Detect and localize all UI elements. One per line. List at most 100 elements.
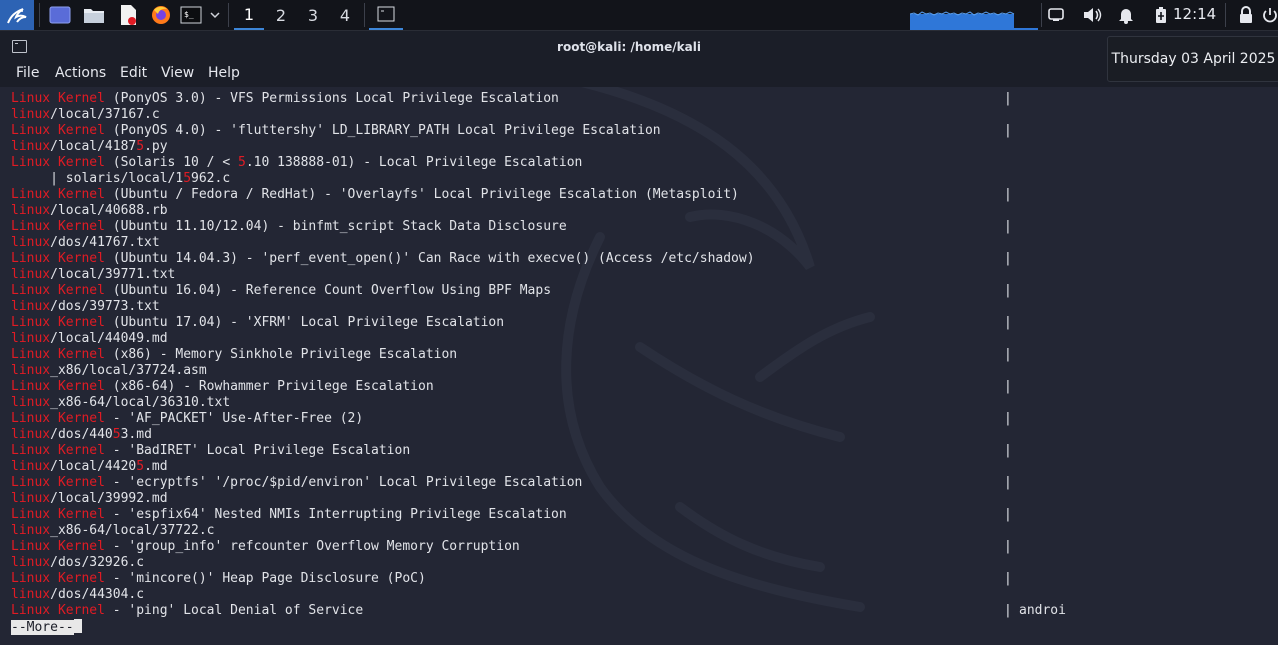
highlighted-text: Linux Kernel xyxy=(11,91,105,106)
highlighted-text: Linux Kernel xyxy=(11,315,105,330)
highlighted-text: linux xyxy=(11,523,51,538)
terminal-text: .md xyxy=(144,459,168,474)
highlighted-text: linux xyxy=(11,491,51,506)
terminal-text: .10 138888-01) - Local Privilege Escalat… xyxy=(245,155,583,170)
terminal-output[interactable]: Linux Kernel (PonyOS 3.0) - VFS Permissi… xyxy=(0,87,1278,645)
highlighted-text: Linux Kernel xyxy=(11,411,105,426)
terminal-text: /dos/39773.txt xyxy=(50,299,160,314)
terminal-text: .py xyxy=(144,139,168,154)
highlighted-text: Linux Kernel xyxy=(11,155,105,170)
terminal-text: /local/39992.md xyxy=(50,491,168,506)
pager-prompt[interactable]: --More-- xyxy=(11,620,74,635)
terminal-text: /dos/32926.c xyxy=(50,555,145,570)
terminal-line: Linux Kernel (Solaris 10 / < 5.10 138888… xyxy=(11,155,755,171)
highlighted-text: Linux Kernel xyxy=(11,283,105,298)
terminal-line: Linux Kernel - 'group_info' refcounter O… xyxy=(11,539,1012,555)
workspace-1[interactable]: 1 xyxy=(234,0,264,30)
terminal-line: Linux Kernel - 'ecryptfs' '/proc/$pid/en… xyxy=(11,475,1012,491)
terminal-line: linux/dos/39773.txt xyxy=(11,299,755,315)
highlighted-text: 5 xyxy=(237,155,246,170)
terminal-text: (PonyOS 3.0) - VFS Permissions Local Pri… xyxy=(104,91,559,106)
kali-dragon-icon[interactable] xyxy=(0,0,34,30)
highlighted-text: linux xyxy=(11,331,51,346)
terminal-line: Linux Kernel - 'AF_PACKET' Use-After-Fre… xyxy=(11,411,1012,427)
workspace-3[interactable]: 3 xyxy=(298,0,328,30)
show-desktop-icon[interactable] xyxy=(47,0,73,30)
terminal-line: Linux Kernel (Ubuntu 16.04) - Reference … xyxy=(11,283,1012,299)
highlighted-text: linux xyxy=(11,363,51,378)
terminal-text: (x86) - Memory Sinkhole Privilege Escala… xyxy=(104,347,458,362)
highlighted-text: linux xyxy=(11,587,51,602)
menu-file[interactable]: File xyxy=(16,65,39,81)
window-titlebar[interactable]: root@kali: /home/kali xyxy=(0,31,1278,61)
highlighted-text: linux xyxy=(11,235,51,250)
network-icon[interactable] xyxy=(1046,0,1066,30)
panel-separator xyxy=(1225,3,1226,27)
top-panel: $_ 1 2 3 4 12:14 xyxy=(0,0,1278,31)
volume-icon[interactable] xyxy=(1081,0,1103,30)
terminal-text: /local/4187 xyxy=(50,139,137,154)
file-manager-icon[interactable] xyxy=(81,0,107,30)
menu-edit[interactable]: Edit xyxy=(120,65,147,81)
menu-help[interactable]: Help xyxy=(208,65,240,81)
highlighted-text: Linux Kernel xyxy=(11,475,105,490)
highlighted-text: linux xyxy=(11,459,51,474)
panel-clock[interactable]: 12:14 xyxy=(1173,0,1216,30)
terminal-line: linux/dos/41767.txt xyxy=(11,235,755,251)
terminal-icon xyxy=(377,6,395,22)
highlighted-text: linux xyxy=(11,427,51,442)
column-separator: | xyxy=(1004,539,1012,554)
terminal-line: Linux Kernel (Ubuntu / Fedora / RedHat) … xyxy=(11,187,1012,203)
highlighted-text: Linux Kernel xyxy=(11,219,105,234)
terminal-line: linux/dos/32926.c xyxy=(11,555,755,571)
terminal-text: _x86-64/local/36310.txt xyxy=(50,395,231,410)
window-title: root@kali: /home/kali xyxy=(557,40,701,54)
terminal-text: 3.md xyxy=(120,427,152,442)
column-separator: | xyxy=(1004,91,1012,106)
svg-text:$_: $_ xyxy=(184,10,194,19)
terminal-text: - 'mincore()' Heap Page Disclosure (PoC) xyxy=(104,571,426,586)
column-separator: | xyxy=(1004,571,1012,586)
bell-icon[interactable] xyxy=(1116,0,1136,30)
highlighted-text: Linux Kernel xyxy=(11,603,105,618)
terminal-text: - 'ping' Local Denial of Service xyxy=(104,603,364,618)
terminal-line: linux/local/40688.rb xyxy=(11,203,755,219)
terminal-text: | solaris/local/1 xyxy=(11,171,184,186)
terminal-text: /local/37167.c xyxy=(50,107,160,122)
terminal-line: Linux Kernel - 'BadIRET' Local Privilege… xyxy=(11,443,1012,459)
column-separator: | xyxy=(1004,251,1012,266)
power-icon[interactable] xyxy=(1262,0,1278,30)
terminal-line: Linux Kernel (Ubuntu 14.04.3) - 'perf_ev… xyxy=(11,251,1012,267)
workspace-4[interactable]: 4 xyxy=(330,0,360,30)
terminal-line: linux/local/44049.md xyxy=(11,331,755,347)
taskbar-terminal-button[interactable] xyxy=(369,0,403,30)
terminal-line: Linux Kernel (PonyOS 4.0) - 'fluttershy'… xyxy=(11,123,1012,139)
terminal-text: /dos/44304.c xyxy=(50,587,145,602)
terminal-text: (x86-64) - Rowhammer Privilege Escalatio… xyxy=(104,379,434,394)
highlighted-text: Linux Kernel xyxy=(11,251,105,266)
terminal-line: linux_x86/local/37724.asm xyxy=(11,363,755,379)
highlighted-text: Linux Kernel xyxy=(11,507,105,522)
highlighted-text: Linux Kernel xyxy=(11,443,105,458)
terminal-line: linux/local/44205.md xyxy=(11,459,755,475)
menu-view[interactable]: View xyxy=(161,65,194,81)
highlighted-text: Linux Kernel xyxy=(11,187,105,202)
text-editor-icon[interactable] xyxy=(115,0,141,30)
highlighted-text: Linux Kernel xyxy=(11,123,105,138)
pager-line: --More-- xyxy=(11,619,755,635)
column-separator: | xyxy=(1004,379,1012,394)
highlighted-text: 5 xyxy=(136,459,145,474)
chevron-down-icon[interactable] xyxy=(206,0,224,30)
terminal-line: linux/dos/44304.c xyxy=(11,587,755,603)
menu-actions[interactable]: Actions xyxy=(55,65,106,81)
terminal-text: (Solaris 10 / < xyxy=(104,155,238,170)
terminal-line: Linux Kernel (x86-64) - Rowhammer Privil… xyxy=(11,379,1012,395)
terminal-icon[interactable]: $_ xyxy=(178,0,204,30)
lock-icon[interactable] xyxy=(1236,0,1256,30)
workspace-2[interactable]: 2 xyxy=(266,0,296,30)
battery-icon[interactable] xyxy=(1151,0,1171,30)
highlighted-text: 5 xyxy=(112,427,121,442)
firefox-icon[interactable] xyxy=(148,0,174,30)
column-separator: | xyxy=(1004,475,1012,490)
panel-separator xyxy=(364,3,365,27)
